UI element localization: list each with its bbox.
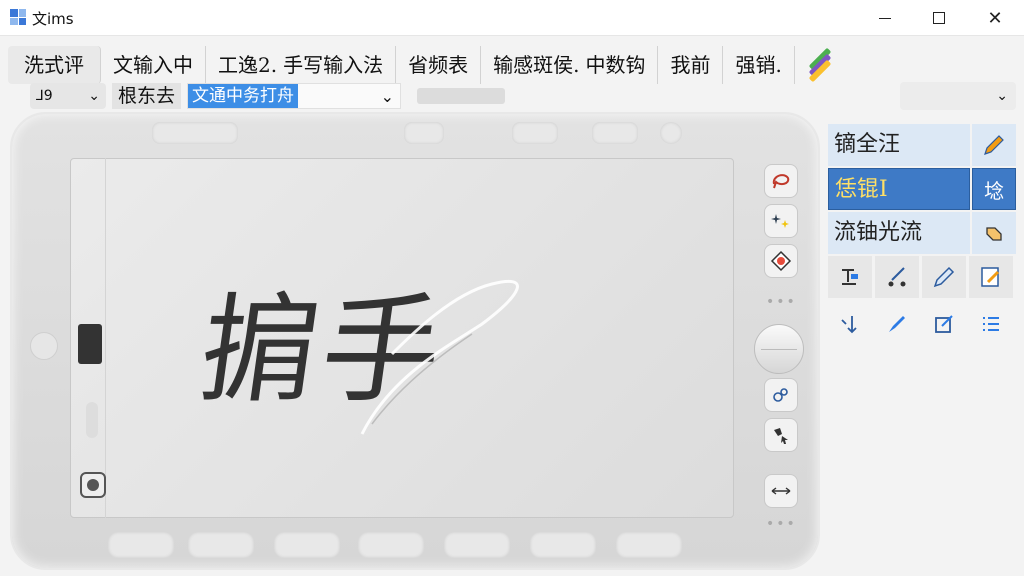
app-icon [10,9,26,25]
bottom-tab [530,532,596,558]
link-icon [773,388,788,402]
panel-row-label: 镝全汪 [828,124,970,166]
crop-button[interactable] [922,304,966,344]
top-tab [152,122,238,144]
bottom-tab [358,532,424,558]
close-icon: ✕ [987,7,1003,29]
panel-row-label: 恁锟I [828,168,970,210]
chevron-down-icon: ⌄ [380,86,395,106]
add-point-icon [770,250,792,272]
panel-row-1[interactable]: 镝全汪 [828,124,1016,166]
marker-icon [889,316,905,332]
top-indicator [660,122,682,144]
list-icon [983,317,999,331]
minimize-icon [879,17,891,19]
bottom-tab [188,532,254,558]
panel-row-3[interactable]: 流铀光流 [828,212,1016,254]
top-tab [404,122,444,144]
handwriting-tablet: 掮手 ••• ••• [10,112,820,570]
options-row: ⅃9 ⌄ 根东去 文通中务打舟 ⌄ [30,82,506,110]
pencils-icon[interactable] [805,47,835,83]
link-button[interactable] [764,378,798,412]
title-bar: 文ims ✕ [0,0,1024,36]
dots-divider: ••• [766,516,797,532]
lasso-button[interactable] [764,164,798,198]
top-tab [592,122,638,144]
sparkle-button[interactable] [764,204,798,238]
tool-row [828,304,1016,344]
maximize-icon [933,12,945,24]
bottom-tab [616,532,682,558]
list-button[interactable] [969,304,1013,344]
menu-item-6[interactable]: 输感斑侯. [481,46,583,84]
top-tab [512,122,558,144]
minimize-button[interactable] [862,0,908,36]
pen-button[interactable] [922,256,966,298]
camera-icon[interactable] [80,472,106,498]
text-style-button[interactable] [828,256,872,298]
edit-doc-icon [981,267,1000,287]
panel-row-label: 流铀光流 [828,212,970,254]
lasso-icon [772,174,790,189]
right-dropdown[interactable]: ⌄ [900,82,1016,110]
hand-pointer-icon[interactable] [972,212,1016,254]
tool-grid [828,256,1016,298]
close-button[interactable]: ✕ [972,0,1018,36]
menu-item-9[interactable]: 强销. [723,46,795,84]
maximize-button[interactable] [916,0,962,36]
pen-icon [933,266,955,288]
mode-label[interactable]: 根东去 [112,83,182,109]
pen-slot [86,402,98,438]
panel-row-icon-text[interactable]: 埝 [972,168,1016,210]
language-label: ⅃9 [36,88,53,104]
marker-button[interactable] [875,304,919,344]
pad-handle[interactable] [78,324,102,364]
menu-item-4[interactable]: 手写输入法 [281,46,397,84]
cursor-icon [774,428,788,444]
arrow-down-button[interactable] [828,304,872,344]
right-panel: 镝全汪 恁锟I 埝 流铀光流 [828,124,1016,344]
ink-swirl [360,279,519,435]
node-edit-button[interactable] [875,256,919,298]
menu-item-8[interactable]: 我前 [658,46,724,84]
menu-item-3[interactable]: 工逸2. [206,46,281,84]
dots-divider: ••• [766,294,797,310]
menu-item-7[interactable]: 中数钩 [583,46,659,84]
menu-item-2[interactable]: 文输入中 [101,46,206,84]
scroll-knob[interactable] [754,324,804,374]
text-style-icon [842,269,858,285]
input-mode-value: 文通中务打舟 [188,84,299,108]
sparkle-icon [771,214,789,228]
chevron-down-icon: ⌄ [88,88,100,104]
arrow-down-icon [841,316,857,334]
crop-icon [935,315,953,333]
input-mode-dropdown[interactable]: 文通中务打舟 ⌄ [187,83,402,109]
bottom-tab [444,532,510,558]
panel-row-2[interactable]: 恁锟I 埝 [828,168,1016,210]
resize-icon [771,487,791,495]
window-title: 文ims [32,10,74,28]
bottom-tab [274,532,340,558]
menu-item-1[interactable]: 洗式评 [8,46,101,84]
menu-item-5[interactable]: 省频表 [396,46,482,84]
cursor-button[interactable] [764,418,798,452]
blank-field[interactable] [417,88,506,104]
resize-button[interactable] [764,474,798,508]
chevron-down-icon: ⌄ [996,88,1008,104]
side-knob[interactable] [30,332,58,360]
edit-doc-button[interactable] [969,256,1013,298]
node-edit-icon [888,267,906,287]
bottom-tab [108,532,174,558]
add-point-button[interactable] [764,244,798,278]
language-dropdown[interactable]: ⅃9 ⌄ [30,83,106,109]
pencil-icon[interactable] [972,124,1016,166]
